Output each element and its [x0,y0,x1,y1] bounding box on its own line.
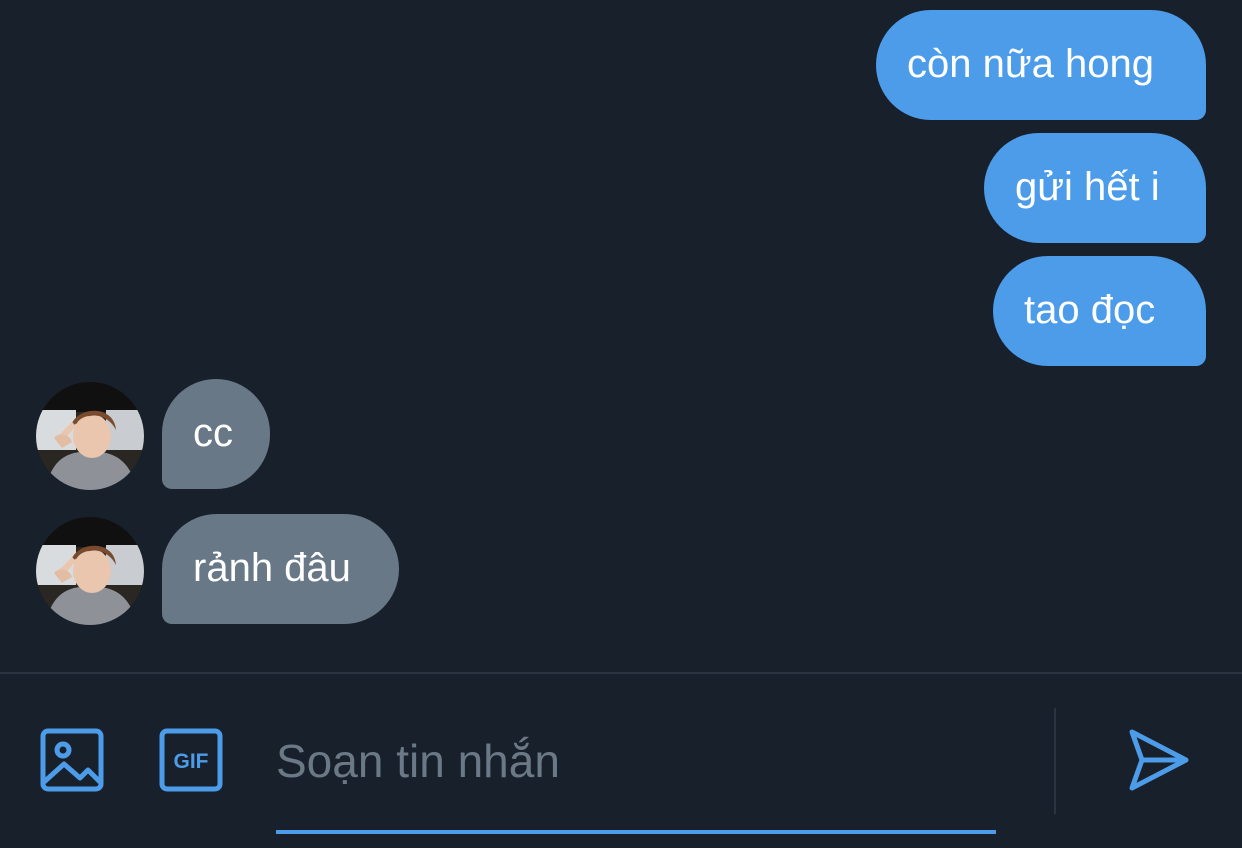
gif-icon: GIF [159,728,223,792]
outgoing-message-bubble[interactable]: tao đọc [993,256,1206,366]
incoming-message-bubble[interactable]: rảnh đâu [162,514,399,624]
add-image-button[interactable] [40,728,104,792]
send-divider [1054,708,1056,814]
gif-label: GIF [174,750,209,773]
message-text: rảnh đâu [193,546,351,590]
message-list[interactable]: còn nữa hong gửi hết i tao đọc cc rảnh đ… [0,0,1242,672]
outgoing-message-bubble[interactable]: còn nữa hong [876,10,1206,120]
message-input[interactable] [276,714,996,808]
input-focus-underline [276,830,996,834]
sender-avatar[interactable] [36,517,144,625]
message-text: tao đọc [1024,288,1156,332]
avatar-photo [36,382,144,490]
message-composer: GIF [0,674,1242,848]
outgoing-message-bubble[interactable]: gửi hết i [984,133,1206,243]
incoming-message-bubble[interactable]: cc [162,379,270,489]
image-icon [40,728,104,792]
dm-conversation-screen: còn nữa hong gửi hết i tao đọc cc rảnh đ… [0,0,1242,848]
sender-avatar[interactable] [36,382,144,490]
send-icon [1129,729,1189,791]
message-text: còn nữa hong [907,42,1154,86]
message-input-wrapper [276,714,996,834]
message-text: cc [193,411,233,455]
add-gif-button[interactable]: GIF [159,728,223,792]
send-button[interactable] [1126,728,1190,792]
message-text: gửi hết i [1015,165,1160,209]
avatar-photo [36,517,144,625]
